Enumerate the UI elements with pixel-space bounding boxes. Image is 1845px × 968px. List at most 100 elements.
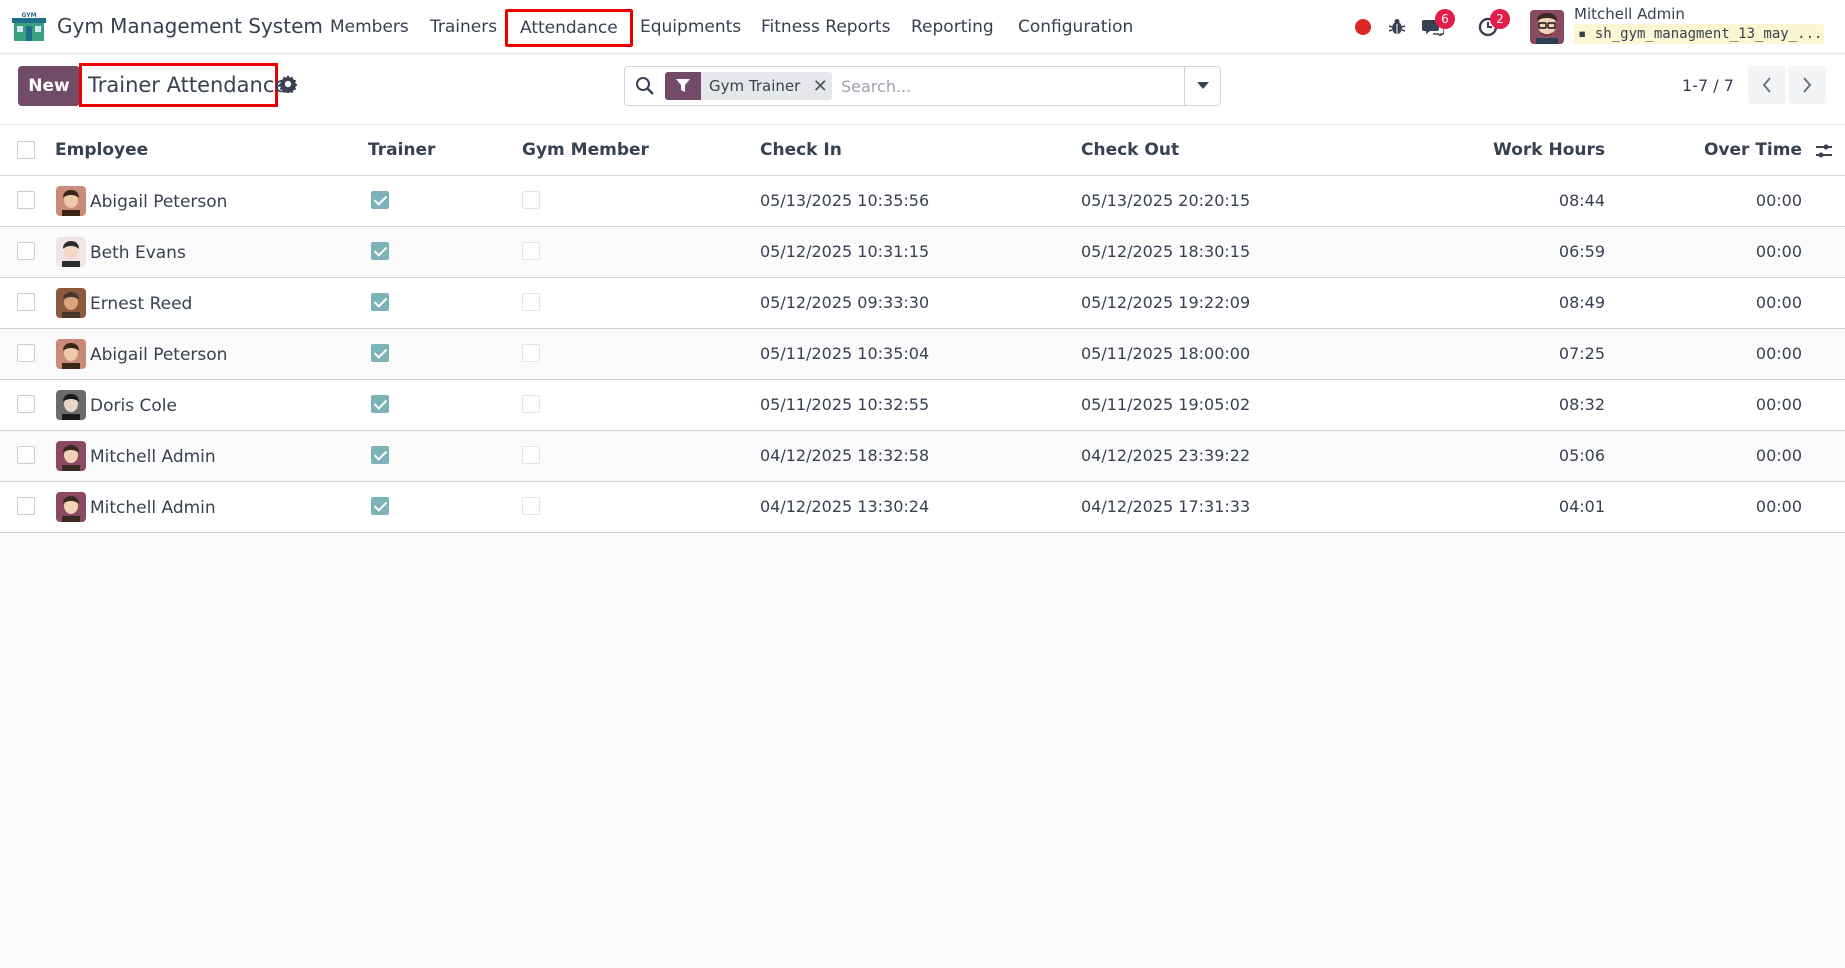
gym-app-icon[interactable]: GYM — [12, 11, 46, 43]
work-hours-value: 08:32 — [1558, 395, 1605, 414]
check-out-value: 05/11/2025 18:00:00 — [1081, 344, 1251, 363]
menu-equipments[interactable]: Equipments — [628, 9, 753, 47]
pager-previous-button[interactable] — [1748, 66, 1786, 104]
gym-member-checkbox — [522, 446, 540, 464]
page-title[interactable]: Trainer Attendance — [79, 63, 287, 107]
menu-reporting[interactable]: Reporting — [899, 9, 1006, 47]
svg-text:GYM: GYM — [21, 12, 36, 19]
gym-member-checkbox — [522, 293, 540, 311]
column-check-out[interactable]: Check Out — [1081, 125, 1179, 175]
row-select-checkbox[interactable] — [17, 446, 35, 464]
check-out-value: 05/11/2025 19:05:02 — [1081, 395, 1251, 414]
chat-icon[interactable]: 6 — [1420, 9, 1455, 40]
row-select-checkbox[interactable] — [17, 191, 35, 209]
table-row[interactable]: Abigail Peterson 05/13/2025 10:35:56 05/… — [0, 176, 1845, 227]
over-time-value: 00:00 — [1755, 293, 1802, 312]
database-name: ▪ sh_gym_managment_13_may_... — [1574, 24, 1824, 44]
row-select-checkbox[interactable] — [17, 497, 35, 515]
gear-icon[interactable] — [279, 75, 297, 93]
employee-name[interactable]: Mitchell Admin — [90, 482, 216, 532]
employee-name[interactable]: Abigail Peterson — [90, 176, 227, 226]
activity-clock-icon[interactable]: 2 — [1475, 9, 1510, 40]
trainer-checkbox — [371, 446, 389, 464]
check-in-value: 04/12/2025 18:32:58 — [760, 446, 930, 465]
column-over-time[interactable]: Over Time — [1620, 125, 1802, 175]
column-settings-icon[interactable] — [1814, 141, 1834, 161]
chevron-left-icon — [1762, 77, 1771, 93]
control-panel: New Trainer Attendance Gym Trainer ✕ 1-7… — [0, 55, 1845, 125]
remove-filter-close-icon[interactable]: ✕ — [808, 76, 832, 97]
check-out-value: 05/12/2025 19:22:09 — [1081, 293, 1251, 312]
employee-name[interactable]: Abigail Peterson — [90, 329, 227, 379]
over-time-value: 00:00 — [1755, 191, 1802, 210]
over-time-value: 00:00 — [1755, 395, 1802, 414]
gym-member-checkbox — [522, 497, 540, 515]
column-work-hours[interactable]: Work Hours — [1400, 125, 1605, 175]
pager-value[interactable]: 1-7 / 7 — [1682, 76, 1734, 95]
row-select-checkbox[interactable] — [17, 242, 35, 260]
database-label: sh_gym_managment_13_may_... — [1594, 26, 1823, 42]
table-row[interactable]: Doris Cole 05/11/2025 10:32:55 05/11/202… — [0, 380, 1845, 431]
table-row[interactable]: Mitchell Admin 04/12/2025 13:30:24 04/12… — [0, 482, 1845, 533]
bug-icon[interactable] — [1384, 14, 1410, 40]
menu-configuration[interactable]: Configuration — [1006, 9, 1145, 47]
table-row[interactable]: Abigail Peterson 05/11/2025 10:35:04 05/… — [0, 329, 1845, 380]
trainer-checkbox — [371, 395, 389, 413]
search-options-toggle[interactable] — [1184, 67, 1220, 105]
work-hours-value: 04:01 — [1558, 497, 1605, 516]
employee-avatar — [56, 339, 86, 369]
row-select-checkbox[interactable] — [17, 395, 35, 413]
work-hours-value: 08:44 — [1558, 191, 1605, 210]
gym-member-checkbox — [522, 242, 540, 260]
messages-badge: 6 — [1435, 9, 1455, 29]
column-trainer[interactable]: Trainer — [368, 125, 435, 175]
employee-avatar — [56, 390, 86, 420]
attendance-list: Employee Trainer Gym Member Check In Che… — [0, 125, 1845, 533]
check-in-value: 05/11/2025 10:32:55 — [760, 395, 930, 414]
top-navbar: GYM Gym Management System Members Traine… — [0, 0, 1845, 54]
filter-facet-label: Gym Trainer — [709, 77, 801, 95]
user-name[interactable]: Mitchell Admin — [1574, 5, 1685, 23]
employee-name[interactable]: Mitchell Admin — [90, 431, 216, 481]
database-icon: ▪ — [1578, 26, 1595, 42]
filter-facet[interactable]: Gym Trainer ✕ — [665, 72, 833, 100]
menu-members[interactable]: Members — [318, 9, 421, 47]
search-icon[interactable] — [635, 76, 655, 96]
table-body: Abigail Peterson 05/13/2025 10:35:56 05/… — [0, 176, 1845, 533]
table-row[interactable]: Beth Evans 05/12/2025 10:31:15 05/12/202… — [0, 227, 1845, 278]
column-gym-member[interactable]: Gym Member — [522, 125, 649, 175]
employee-name[interactable]: Doris Cole — [90, 380, 177, 430]
app-title[interactable]: Gym Management System — [57, 14, 323, 38]
user-avatar[interactable] — [1530, 10, 1564, 44]
column-check-in[interactable]: Check In — [760, 125, 842, 175]
check-out-value: 04/12/2025 23:39:22 — [1081, 446, 1251, 465]
row-select-checkbox[interactable] — [17, 293, 35, 311]
search-bar: Gym Trainer ✕ — [624, 66, 1221, 106]
employee-name[interactable]: Ernest Reed — [90, 278, 192, 328]
table-header: Employee Trainer Gym Member Check In Che… — [0, 125, 1845, 176]
row-select-checkbox[interactable] — [17, 344, 35, 362]
trainer-checkbox — [371, 293, 389, 311]
employee-avatar — [56, 492, 86, 522]
select-all-checkbox[interactable] — [17, 141, 35, 159]
pager-next-button[interactable] — [1788, 66, 1826, 104]
column-employee[interactable]: Employee — [55, 125, 148, 175]
trainer-checkbox — [371, 344, 389, 362]
employee-name[interactable]: Beth Evans — [90, 227, 186, 277]
gym-member-checkbox — [522, 395, 540, 413]
check-in-value: 05/11/2025 10:35:04 — [760, 344, 930, 363]
check-in-value: 05/12/2025 09:33:30 — [760, 293, 930, 312]
menu-fitness-reports[interactable]: Fitness Reports — [749, 9, 903, 47]
employee-avatar — [56, 288, 86, 318]
over-time-value: 00:00 — [1755, 497, 1802, 516]
over-time-value: 00:00 — [1755, 344, 1802, 363]
table-row[interactable]: Ernest Reed 05/12/2025 09:33:30 05/12/20… — [0, 278, 1845, 329]
menu-attendance[interactable]: Attendance — [505, 9, 633, 47]
table-row[interactable]: Mitchell Admin 04/12/2025 18:32:58 04/12… — [0, 431, 1845, 482]
employee-avatar — [56, 237, 86, 267]
recording-dot-icon[interactable] — [1350, 14, 1376, 40]
trainer-checkbox — [371, 497, 389, 515]
search-input[interactable] — [841, 73, 1181, 99]
new-button[interactable]: New — [18, 66, 80, 106]
menu-trainers[interactable]: Trainers — [418, 9, 509, 47]
